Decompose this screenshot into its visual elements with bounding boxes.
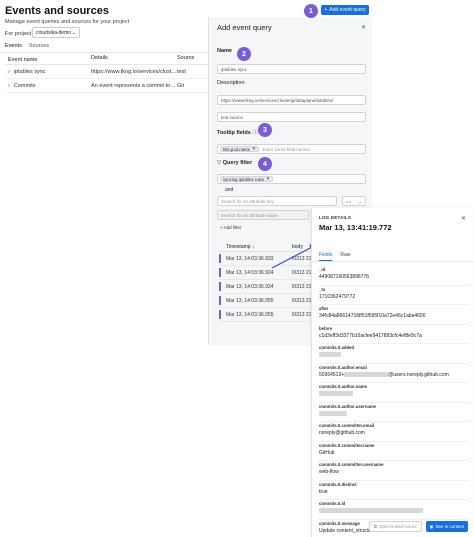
field-value: web-flow [319,469,339,475]
field-key: commits.0.author.email [319,364,367,370]
field-value [319,508,469,514]
field-value-prefix: 50364513+ [319,371,345,378]
log-panel-footer: ⧉ Open linked traces ◉ See in context [312,521,473,535]
list-item: commits.0.distinct true [319,481,469,500]
redacted-value [319,352,341,358]
list-item: commits.0.added [319,344,469,364]
field-value: 50364513+ @users.noreply.github.com [319,372,469,378]
redacted-value [319,391,353,397]
field-key: commits.0.id [319,501,346,506]
see-in-context-button[interactable]: ◉ See in context [425,521,468,532]
list-item: commits.0.author.name [319,383,469,403]
field-value: 34fc84a8661471fdf51f595f10a72e46c1aba465… [319,313,426,319]
field-key: commits.0.author.username [319,403,377,409]
eye-icon: ◉ [429,523,434,529]
log-details-panel: LOG DETAILS ✕ Mar 13, 13:41:19.772 Field… [311,208,473,537]
field-value: noreply@github.com [319,430,365,436]
field-value: true [319,488,328,495]
close-icon[interactable]: ✕ [461,215,466,222]
redacted-value [319,410,347,416]
field-key: commits.0.distinct [319,481,357,487]
field-key: commits.0.committer.name [319,442,375,448]
list-item: _ts 1710362479772 [319,286,469,305]
list-item: commits.0.author.email 50364513+ @users.no… [319,364,469,383]
tab-fields[interactable]: Fields [319,252,333,261]
list-item: commits.0.author.username [319,403,469,422]
open-linked-traces-button[interactable]: ⧉ Open linked traces [368,521,422,532]
field-key: commits.0.author.name [319,384,367,389]
log-tabs: Fields Raw [319,252,350,261]
field-key: _id [319,267,326,272]
field-key: commits.0.added [319,345,355,350]
log-timestamp-title: Mar 13, 13:41:19.772 [319,223,392,232]
field-value [319,410,469,417]
field-value [319,352,469,358]
log-details-label: LOG DETAILS [319,215,352,220]
traces-icon: ⧉ [373,524,377,529]
see-in-context-label: See in context [435,524,464,529]
list-item: commits.0.committer.username web-flow [319,461,469,481]
field-key: commits.0.committer.email [319,423,375,428]
log-fields-list: _id 449087160563898776 _ts 1710362479772 a… [319,266,469,537]
field-value: GitHub [319,449,335,456]
field-key: commits.0.committer.username [319,462,384,467]
redacted-value [344,371,389,377]
field-value: 449087160563898776 [319,274,370,280]
list-item: commits.0.committer.name GitHub [319,442,469,461]
field-value-suffix: @users.noreply.github.com [388,371,449,378]
tab-raw[interactable]: Raw [340,252,350,261]
list-item: commits.0.committer.email noreply@github.… [319,422,469,442]
field-value: c1d3eff3d3377b10acfee9417893cfc4ef8e9c7a [319,332,422,339]
open-linked-traces-label: Open linked traces [379,524,417,529]
field-key: before [319,325,333,331]
list-item: commits.0.id [319,500,469,520]
list-item: before c1d3eff3d3377b10acfee9417893cfc4ef… [319,325,469,344]
log-tabs-divider [312,261,473,262]
redacted-value [319,508,423,514]
field-value: 1710362479772 [319,293,356,300]
field-key: _ts [319,286,326,292]
field-key: after [319,306,329,311]
list-item: _id 449087160563898776 [319,266,469,286]
field-value [319,391,469,397]
list-item: after 34fc84a8661471fdf51f595f10a72e46c1a… [319,305,469,325]
